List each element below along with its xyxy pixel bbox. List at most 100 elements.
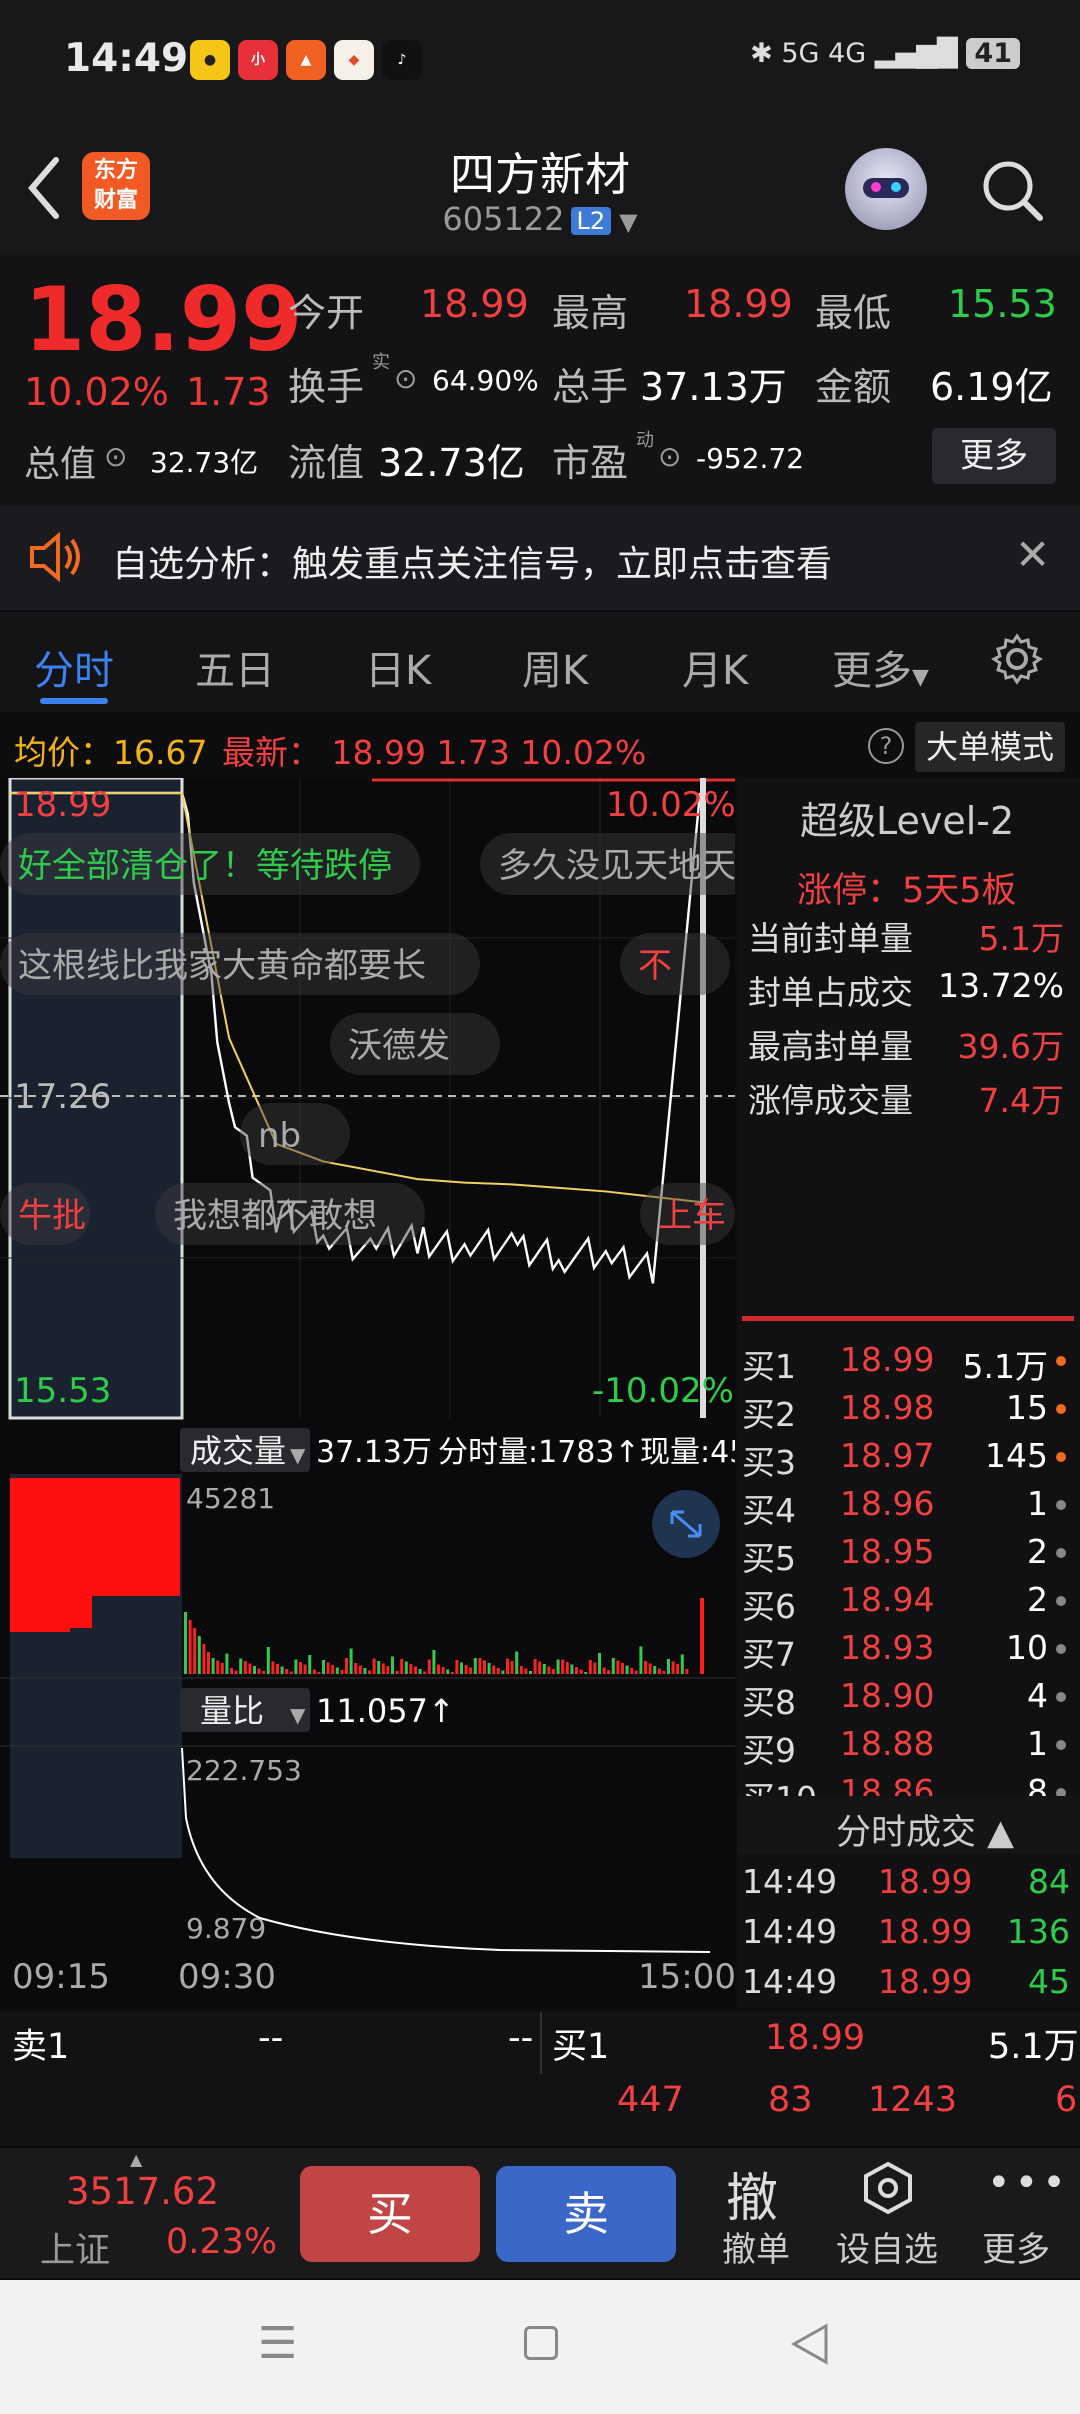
ratio-value: 11.057↑ [316, 1692, 455, 1730]
status-icons: ✱ 5G 4G ▂▄▆█ 41 [750, 38, 1020, 69]
more-label[interactable]: 更多 [982, 2222, 1050, 2271]
tab-intraday[interactable]: 分时 [34, 638, 114, 696]
tab-monthly-k[interactable]: 月K [682, 638, 748, 696]
volume-bar [368, 1670, 371, 1674]
change-percent: 10.02% [24, 370, 169, 414]
info-icon: ⊙ [104, 440, 128, 473]
ratio-max: 222.753 [186, 1754, 302, 1787]
orderbook-cell: 买1 [742, 1347, 796, 1386]
high-value: 18.99 [684, 282, 793, 326]
orderbook-cell: 18.93 [840, 1628, 935, 1667]
nav-back-icon[interactable] [790, 2322, 830, 2366]
level2-stat-value: 5.1万 [978, 919, 1064, 958]
sell-button[interactable]: 卖 [496, 2166, 676, 2262]
orderbook-cell: 18.99 [840, 1340, 935, 1379]
orderbook-cell: 买2 [742, 1395, 796, 1434]
index-pct: 0.23% [166, 2222, 278, 2262]
time-close: 15:00 [638, 1957, 735, 1997]
tab-daily-k[interactable]: 日K [365, 638, 431, 696]
index-value[interactable]: 3517.62 [66, 2170, 219, 2213]
danmu-bubble [620, 933, 730, 995]
tab-weekly-k[interactable]: 周K [522, 638, 588, 696]
gear-icon[interactable] [990, 632, 1044, 686]
volume-bar [216, 1660, 220, 1674]
banner-text[interactable]: 自选分析：触发重点关注信号，立即点击查看 [112, 535, 832, 587]
cancel-order-icon[interactable]: 撤 [726, 2156, 778, 2231]
danmu-text: 不 [638, 946, 672, 986]
search-icon[interactable] [980, 158, 1044, 222]
buy-button[interactable]: 买 [300, 2166, 480, 2262]
add-watchlist-label[interactable]: 设自选 [836, 2222, 938, 2271]
quote-more-button[interactable]: 更多 [932, 428, 1056, 484]
open-label: 今开 [288, 291, 365, 335]
ratio-min: 9.879 [186, 1912, 266, 1945]
tab-five-day[interactable]: 五日 [195, 638, 275, 696]
volume-bar [538, 1661, 542, 1674]
tab-more[interactable]: 更多▼ [832, 638, 929, 696]
volume-bar [593, 1662, 597, 1674]
volume-value: 37.13万 [640, 365, 787, 409]
volume-bar [381, 1663, 385, 1674]
close-icon[interactable]: ✕ [1015, 530, 1050, 579]
danmu-text: 我想都不敢想 [173, 1196, 377, 1236]
tick-cell: 14:49 [742, 1962, 838, 2001]
volume-bar [552, 1669, 555, 1674]
tick-cell: 18.99 [878, 1862, 973, 1901]
volume-bar [326, 1662, 330, 1674]
svg-text:▼: ▼ [290, 1703, 306, 1727]
orderbook-cell: 18.90 [840, 1676, 935, 1715]
volume-bar [598, 1653, 601, 1674]
volume-bar [299, 1662, 302, 1674]
volume-bar [588, 1660, 592, 1674]
pe-value: -952.72 [696, 442, 805, 475]
tick-cell: 14:49 [742, 1912, 838, 1951]
level2-stat-value: 13.72% [938, 966, 1064, 1005]
robot-assistant-icon[interactable] [845, 148, 927, 230]
level2-badge: L2 [570, 207, 612, 235]
volume-bar [515, 1651, 519, 1674]
danmu-text: 多久没见天地天 [498, 846, 735, 886]
level2-stat-label: 最高封单量 [748, 1027, 913, 1066]
volume-bar [584, 1672, 588, 1674]
orderbook-cell: 18.96 [840, 1484, 935, 1523]
orderbook-qty: 10 [1006, 1628, 1048, 1667]
high-label: 最高 [552, 291, 629, 335]
xiaohongshu-notification-icon: 小 [238, 40, 278, 80]
orderbook-cell: 18.97 [840, 1436, 935, 1475]
orderbook-cell: 买7 [742, 1635, 796, 1674]
home-icon[interactable] [524, 2326, 558, 2360]
cancel-order-label[interactable]: 撤单 [722, 2222, 790, 2271]
tick-cell: 18.99 [878, 1962, 973, 2001]
orderbook-cell: 买4 [742, 1491, 796, 1530]
volume-bar [432, 1650, 436, 1674]
orderbook-divider [742, 1316, 1074, 1321]
more-icon[interactable]: ••• [987, 2160, 1070, 2206]
volume-bar [621, 1663, 624, 1674]
time-start: 09:15 [12, 1957, 110, 1997]
volume-bar [202, 1644, 206, 1674]
info-icon: ⊙ [394, 362, 418, 395]
intraday-chart[interactable]: 好全部清仓了！等待跌停 多久没见天地天这根线比我家大黄命都要长 不沃德发 nb 牛批 我想… [0, 778, 735, 2008]
order-dot-icon [1056, 1404, 1066, 1414]
mktcap-value: 32.73亿 [150, 446, 259, 479]
orderbook-qty: 1 [1027, 1724, 1048, 1763]
add-watchlist-icon[interactable] [860, 2160, 916, 2216]
menu-icon[interactable]: ☰ [258, 2318, 297, 2369]
orderbook-cell: 买6 [742, 1587, 796, 1626]
help-icon[interactable]: ? [868, 728, 904, 764]
volume-bar [671, 1661, 675, 1674]
volume-bar [533, 1659, 537, 1674]
volume-bar [506, 1658, 509, 1674]
latest-price-info: 最新： 18.99 1.73 10.02% [222, 733, 647, 772]
volume-bar [510, 1661, 514, 1674]
volume-bar [409, 1664, 413, 1674]
axis-low-pct: -10.02% [592, 1371, 734, 1411]
order-dot-icon [1056, 1692, 1066, 1702]
volume-bar [294, 1659, 298, 1674]
big-order-mode-button[interactable]: 大单模式 [915, 722, 1065, 772]
volume-bar [607, 1670, 611, 1674]
danmu-text: nb [258, 1116, 301, 1156]
volume-bar [289, 1671, 293, 1674]
ticks-title: 分时成交 ▲ [836, 1813, 1015, 1853]
level2-stat-label: 当前封单量 [748, 919, 913, 958]
